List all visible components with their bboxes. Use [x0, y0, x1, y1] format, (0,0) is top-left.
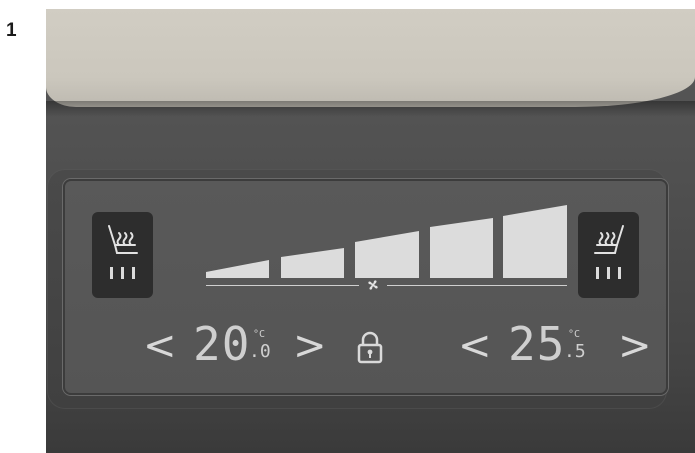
right-temp-unit: °C [568, 329, 581, 340]
fan-baseline-left [206, 285, 359, 286]
heat-level-bar [607, 267, 610, 279]
seat-heater-icon [594, 225, 624, 254]
right-seat-heat-level [578, 266, 639, 284]
fan-level-bar-5[interactable] [503, 205, 567, 278]
left-temp-decimal: .0 [249, 341, 271, 362]
trim-shadow [46, 101, 695, 117]
left-temp-increase-button[interactable]: > [293, 326, 327, 366]
step-number: 1 [6, 20, 17, 41]
right-temp-increase-button[interactable]: > [618, 326, 652, 366]
fan-icon [368, 280, 378, 290]
right-seat-heat-button[interactable] [578, 212, 639, 298]
fan-level-bar-1[interactable] [206, 260, 269, 278]
fan-level-bar-4[interactable] [430, 218, 493, 278]
heat-level-bar [596, 267, 599, 279]
lock-icon[interactable] [354, 330, 386, 364]
climate-display: < 20 °C .0 > < 25 °C .5 > [63, 179, 668, 395]
climate-control-photo: < 20 °C .0 > < 25 °C .5 > [46, 9, 695, 453]
fan-baseline-right [387, 285, 567, 286]
fan-level-bar-3[interactable] [355, 231, 419, 278]
right-temp-decimal: .5 [564, 341, 586, 362]
right-temp-value: 25 [508, 317, 566, 371]
dashboard-trim [46, 9, 695, 107]
left-temp-unit: °C [253, 329, 266, 340]
left-temp-decrease-button[interactable]: < [143, 326, 177, 366]
heat-level-bar [618, 267, 621, 279]
left-temp-value: 20 [193, 317, 251, 371]
right-temp-decrease-button[interactable]: < [458, 326, 492, 366]
fan-level-bar-2[interactable] [281, 248, 344, 278]
